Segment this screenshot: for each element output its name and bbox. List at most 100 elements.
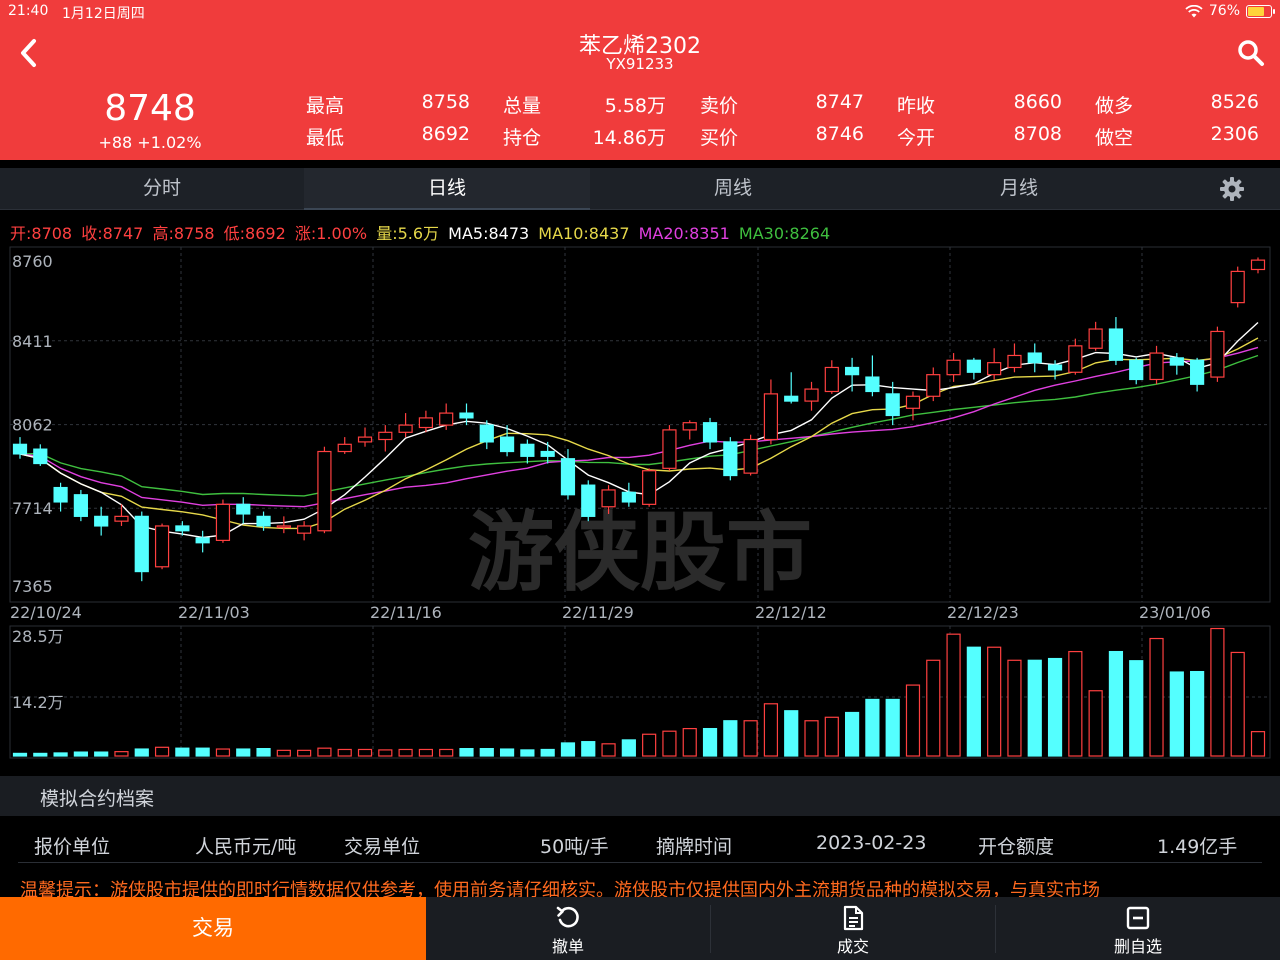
volume-bar xyxy=(946,633,961,757)
stat-value: 8758 xyxy=(421,91,470,113)
trade-button[interactable]: 交易 xyxy=(0,897,426,960)
tab-intraday[interactable]: 分时 xyxy=(20,168,304,210)
volume-bar xyxy=(926,659,941,757)
volume-bar xyxy=(885,698,900,757)
indicator-bar: 开:8708 收:8747 高:8758 低:8692 涨:1.00% 量:5.… xyxy=(10,220,834,244)
candle-body xyxy=(1068,345,1083,373)
candle-body xyxy=(53,486,68,503)
candle xyxy=(1230,266,1245,308)
candle xyxy=(94,506,109,536)
gear-icon[interactable] xyxy=(1220,177,1244,201)
battery-percent: 76% xyxy=(1208,3,1240,19)
volume-bar xyxy=(702,727,718,757)
volume-bar xyxy=(94,751,109,757)
stat-value: 8708 xyxy=(1013,123,1062,145)
volume-bar xyxy=(33,752,48,757)
volume-bar xyxy=(337,748,352,757)
quote-header: 21:40 1月12日周四 76% 苯乙烯2302 YX91233 8748 +… xyxy=(0,0,1280,160)
candle xyxy=(723,437,738,481)
candle-body xyxy=(560,458,576,496)
stat-label: 持仓 xyxy=(503,127,542,149)
search-icon[interactable] xyxy=(1236,38,1266,68)
volume-bar xyxy=(378,749,393,757)
candle xyxy=(1129,357,1144,385)
stat-label: 最低 xyxy=(306,127,345,149)
cancel-order-button[interactable]: 撤单 xyxy=(426,897,710,960)
volume-bar xyxy=(439,748,454,757)
candle xyxy=(378,425,393,452)
candle-body xyxy=(175,525,190,532)
date-tick-label: 22/11/29 xyxy=(562,603,634,622)
price-tick-label: 8062 xyxy=(12,416,53,435)
candle xyxy=(317,446,332,534)
candle xyxy=(804,381,819,411)
date-tick-label: 22/11/03 xyxy=(178,603,250,622)
candle xyxy=(154,523,170,570)
volume-tick-label: 14.2万 xyxy=(12,693,64,712)
cancel-order-label: 撤单 xyxy=(551,937,584,956)
candle-body xyxy=(1088,328,1103,349)
stat-label: 最高 xyxy=(306,95,345,117)
candle-body xyxy=(702,422,718,443)
volume-bar xyxy=(1027,659,1042,757)
contract-info-row: 报价单位 人民币元/吨 交易单位 50吨/手 摘牌时间 2023-02-23 开… xyxy=(0,826,1280,862)
volume-bar xyxy=(459,748,474,757)
stat-label: 总量 xyxy=(503,95,542,117)
period-tabs: 分时 日线 周线 月线 xyxy=(0,168,1280,210)
candle-body xyxy=(1210,330,1225,378)
volume-bar xyxy=(12,752,28,757)
document-icon xyxy=(843,905,864,931)
volume-bar xyxy=(723,720,738,757)
bottom-toolbar: 交易 撤单 成交 删自选 xyxy=(0,897,1280,960)
candle-body xyxy=(926,374,941,397)
deals-button[interactable]: 成交 xyxy=(711,897,995,960)
candle-body xyxy=(459,412,474,419)
candle-body xyxy=(73,494,88,517)
stat-label: 昨收 xyxy=(897,95,936,117)
candle xyxy=(418,410,434,433)
volume-bar xyxy=(1129,660,1144,757)
candle xyxy=(702,417,718,450)
candle xyxy=(682,420,697,440)
tab-monthly[interactable]: 月线 xyxy=(876,168,1162,210)
volume-bar xyxy=(418,748,434,757)
tab-daily[interactable]: 日线 xyxy=(304,168,590,210)
last-price: 8748 xyxy=(104,88,196,129)
volume-bar xyxy=(560,742,576,757)
volume-bar xyxy=(1169,671,1184,757)
candle-body xyxy=(398,424,413,433)
stat-value: 8660 xyxy=(1013,91,1062,113)
stat-label: 今开 xyxy=(897,127,936,149)
candle-body xyxy=(256,515,271,527)
ind-low: 低:8692 xyxy=(223,224,286,243)
volume-bar xyxy=(1088,690,1103,757)
candle-body xyxy=(317,450,332,532)
candle xyxy=(134,511,149,582)
candle xyxy=(926,367,941,402)
volume-bar xyxy=(621,739,636,757)
listing-value: 2023-02-23 xyxy=(816,832,927,854)
kline-chart[interactable]: 游侠股市 8760 8411 8062 7714 7365 22/10/24 22/11/03… xyxy=(0,242,1280,762)
candle-body xyxy=(134,515,149,573)
stat-value: 8526 xyxy=(1210,91,1259,113)
volume-bar xyxy=(540,748,555,757)
candle xyxy=(357,427,373,447)
volume-bar xyxy=(520,749,535,757)
status-right: 76% xyxy=(1185,3,1275,19)
volume-bar xyxy=(865,698,880,757)
candle-body xyxy=(723,441,738,477)
price-tick-label: 8760 xyxy=(12,252,53,271)
tab-weekly[interactable]: 周线 xyxy=(590,168,876,210)
candle xyxy=(1108,317,1124,366)
status-time: 21:40 xyxy=(8,3,49,19)
candle-body xyxy=(743,438,758,474)
ind-vol: 量:5.6万 xyxy=(376,224,440,243)
stat-label: 卖价 xyxy=(700,95,739,117)
candle xyxy=(398,413,413,438)
remove-watchlist-button[interactable]: 删自选 xyxy=(996,897,1280,960)
stat-value: 8747 xyxy=(815,91,864,113)
volume-bar xyxy=(1047,657,1063,757)
volume-bar xyxy=(1068,650,1083,757)
candle-body xyxy=(1230,270,1245,304)
candle-body xyxy=(987,362,1002,376)
